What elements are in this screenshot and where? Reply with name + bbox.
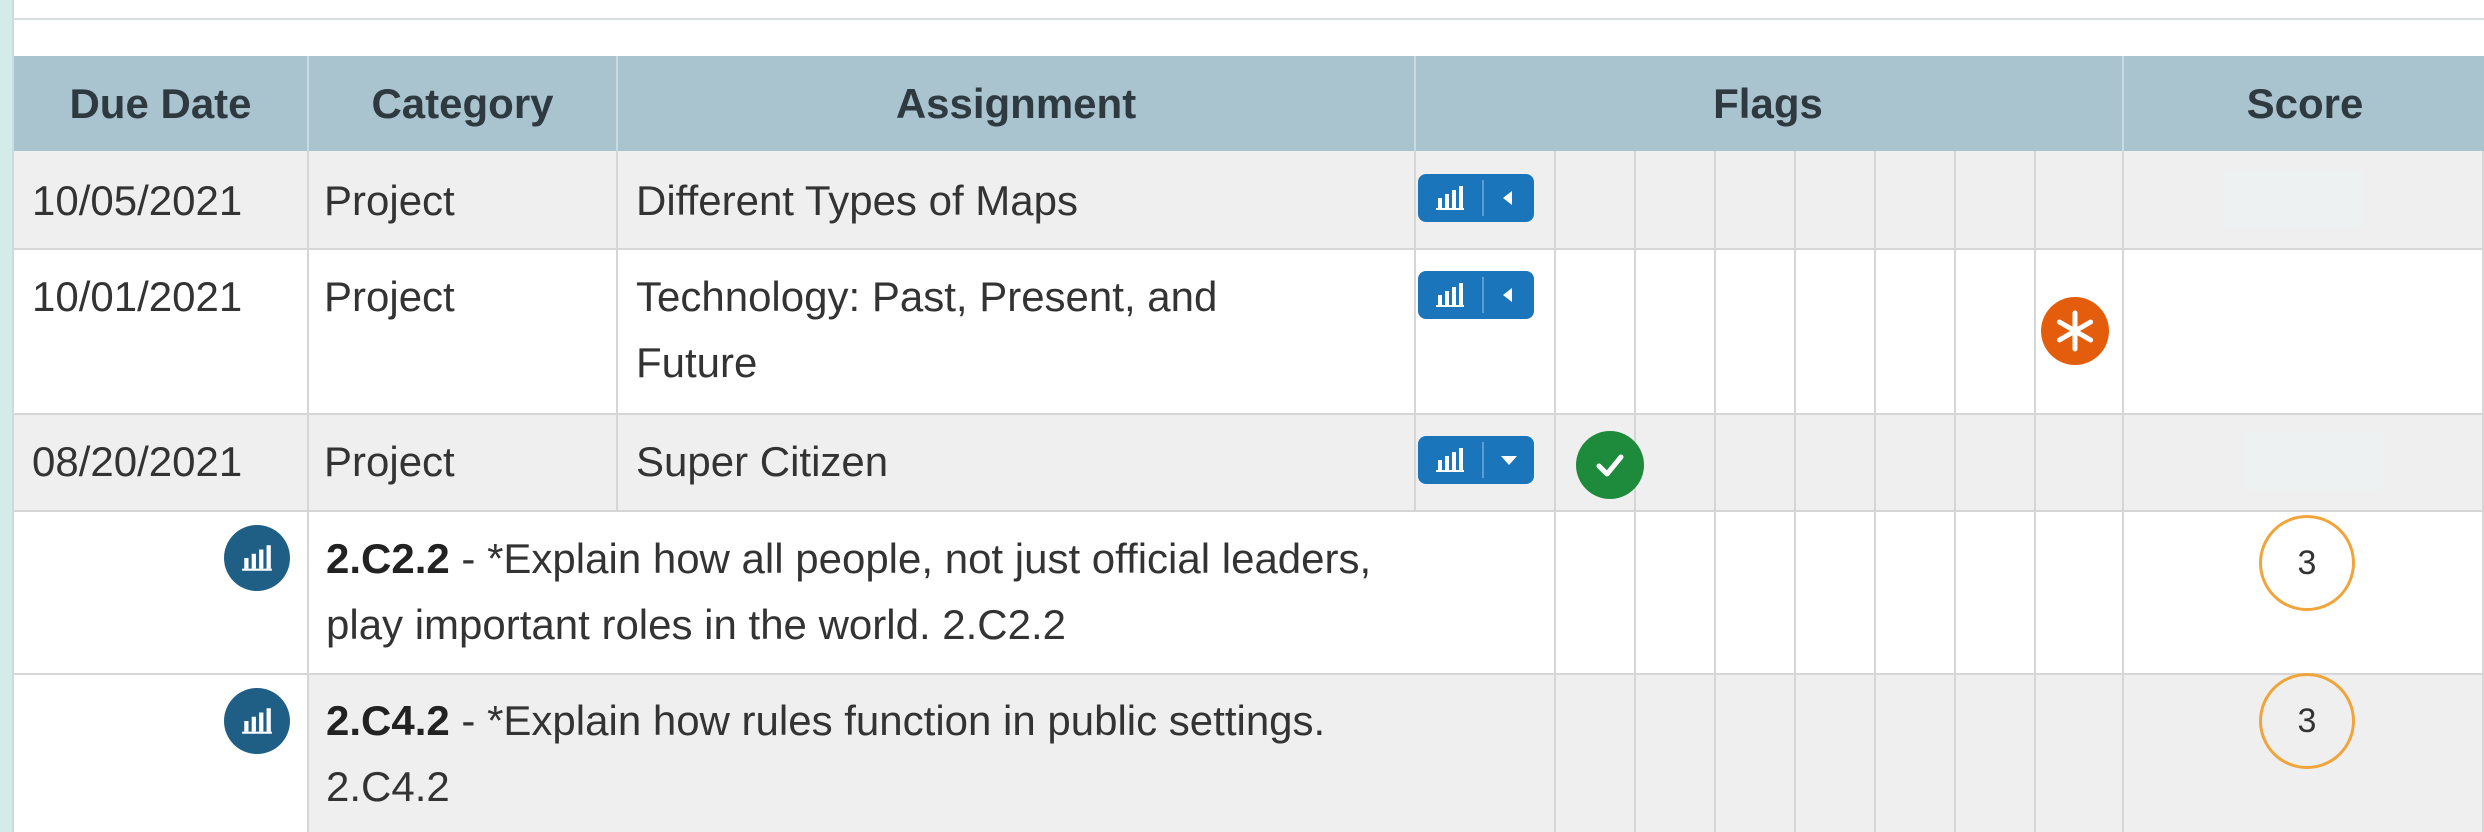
- bar-chart-icon: [1436, 283, 1464, 307]
- flag-col-divider: [2034, 151, 2036, 832]
- row-divider: [14, 510, 2484, 512]
- header-score[interactable]: Score: [2124, 56, 2484, 151]
- due-date: 10/01/2021: [32, 273, 243, 320]
- col-divider: [616, 151, 618, 510]
- bar-chart-icon: [242, 545, 272, 571]
- standard-code: 2.C2.2: [326, 535, 450, 582]
- assignment-link[interactable]: Future: [636, 330, 757, 396]
- flag-col-divider: [1554, 151, 1556, 832]
- asterisk-icon: [2056, 310, 2094, 352]
- header-assignment[interactable]: Assignment: [618, 56, 1414, 151]
- col-divider: [307, 510, 309, 832]
- assignment-link[interactable]: Different Types of Maps: [636, 168, 1078, 234]
- bar-chart-icon: [1436, 186, 1464, 210]
- header-category[interactable]: Category: [309, 56, 616, 151]
- col-divider: [1414, 151, 1416, 510]
- standards-toggle-button[interactable]: [1418, 271, 1534, 319]
- button-separator: [1482, 180, 1484, 216]
- header-divider: [307, 56, 309, 151]
- flag-col-divider: [1794, 151, 1796, 832]
- row-divider: [14, 248, 2484, 250]
- category: Project: [324, 438, 455, 485]
- header-divider: [2122, 56, 2124, 151]
- category: Project: [324, 273, 455, 320]
- top-divider: [14, 18, 2484, 20]
- check-icon: [1596, 454, 1624, 477]
- grades-page: Due Date Category Assignment Flags Score…: [12, 0, 2484, 832]
- button-separator: [1482, 277, 1484, 313]
- standard-separator: -: [449, 697, 488, 744]
- flag-col-divider: [2122, 151, 2124, 832]
- missing-flag-icon[interactable]: [2041, 297, 2109, 365]
- standard-text: *Explain how all people, not just offici…: [487, 535, 1372, 582]
- flag-col-divider: [1874, 151, 1876, 832]
- standard-description: 2.C4.2 - *Explain how rules function in …: [326, 688, 1325, 754]
- score-placeholder: [2244, 432, 2384, 490]
- standard-icon: [224, 688, 290, 754]
- standard-description-cont: play important roles in the world. 2.C2.…: [326, 601, 1067, 648]
- caret-left-icon: [1503, 288, 1512, 302]
- header-divider: [616, 56, 618, 151]
- header-flags: Flags: [1713, 79, 1823, 127]
- header-due-date[interactable]: Due Date: [14, 56, 307, 151]
- score-placeholder: [2224, 170, 2364, 228]
- standard-code: 2.C4.2: [326, 697, 450, 744]
- flag-col-divider: [1634, 151, 1636, 832]
- standard-score: 3: [2259, 673, 2355, 769]
- header-divider: [1414, 56, 1416, 151]
- standard-description-cont: 2.C4.2: [326, 763, 450, 810]
- flag-col-divider: [1714, 151, 1716, 832]
- due-date: 10/05/2021: [32, 177, 243, 224]
- caret-down-icon: [1501, 456, 1517, 465]
- row-divider: [14, 673, 2484, 675]
- bar-chart-icon: [242, 708, 272, 734]
- caret-left-icon: [1503, 191, 1512, 205]
- standard-score: 3: [2259, 515, 2355, 611]
- assignment-link[interactable]: Super Citizen: [636, 429, 888, 495]
- flag-col-divider: [1954, 151, 1956, 832]
- assignment-link[interactable]: Technology: Past, Present, and: [636, 264, 1217, 330]
- button-separator: [1482, 442, 1484, 478]
- row-divider: [14, 413, 2484, 415]
- standards-toggle-button[interactable]: [1418, 436, 1534, 484]
- table-header: Due Date Category Assignment Flags Score: [14, 56, 2484, 151]
- category: Project: [324, 177, 455, 224]
- due-date: 08/20/2021: [32, 438, 243, 485]
- collected-flag-icon[interactable]: [1576, 431, 1644, 499]
- standard-description: 2.C2.2 - *Explain how all people, not ju…: [326, 526, 1371, 592]
- bar-chart-icon: [1436, 448, 1464, 472]
- standard-text: *Explain how rules function in public se…: [487, 697, 1326, 744]
- standards-toggle-button[interactable]: [1418, 174, 1534, 222]
- standard-icon: [224, 525, 290, 591]
- standard-separator: -: [449, 535, 488, 582]
- col-divider: [307, 151, 309, 510]
